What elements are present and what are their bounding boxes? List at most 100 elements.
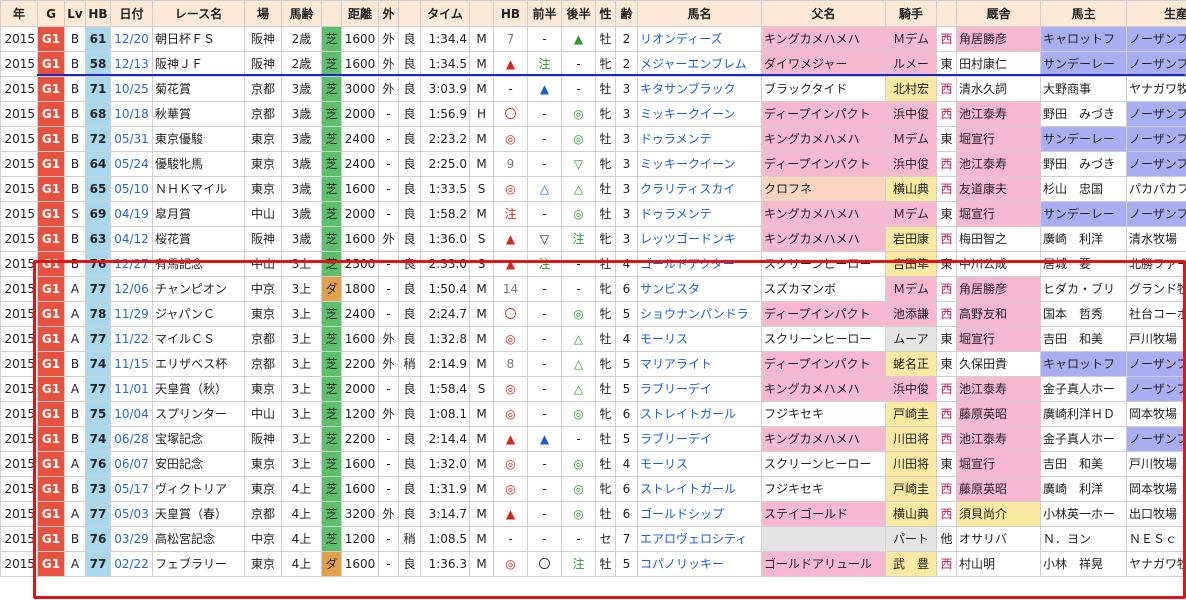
column-header-15[interactable]: 前半: [527, 0, 562, 27]
cell-date[interactable]: 11/29: [110, 301, 153, 327]
table-row[interactable]: 2015 G1 B 73 05/17 ヴィクトリア 東京 4上芝 1600- 良 1:31.9 M ◎ -…: [0, 476, 1186, 502]
cell-horse-name[interactable]: モーリス: [637, 451, 762, 477]
cell-horse-name[interactable]: ショウナンパンドラ: [637, 301, 762, 327]
cell-horse-name[interactable]: ドゥラメンテ: [637, 201, 762, 227]
cell-date[interactable]: 12/20: [110, 26, 153, 52]
column-header-0[interactable]: 年: [0, 0, 38, 27]
column-header-21[interactable]: 騎手: [885, 0, 937, 27]
column-header-11[interactable]: [398, 0, 421, 27]
column-header-20[interactable]: 父名: [761, 0, 886, 27]
column-header-1[interactable]: G: [37, 0, 65, 27]
cell-horse-name[interactable]: リオンディーズ: [637, 26, 762, 52]
cell-race-name: 菊花賞: [152, 76, 245, 102]
table-row[interactable]: 2015 G1 B 74 06/28 宝塚記念 阪神 3上芝 2200- 良 2:14.4 M ▲ ▲ - 牡…: [0, 426, 1186, 452]
cell-horse-name[interactable]: エアロヴェロシティ: [637, 526, 762, 552]
cell-horse-name[interactable]: サンビスタ: [637, 276, 762, 302]
cell-horse-name[interactable]: ミッキークイーン: [637, 101, 762, 127]
cell-horse-name[interactable]: ドゥラメンテ: [637, 126, 762, 152]
cell-horse-name[interactable]: マリアライト: [637, 351, 762, 377]
column-header-7[interactable]: 馬齢: [281, 0, 322, 27]
cell-date[interactable]: 04/19: [110, 201, 153, 227]
cell-horse-name[interactable]: ラブリーデイ: [637, 426, 762, 452]
table-row[interactable]: 2015 G1 B 76 03/29 高松宮記念 中京 4上芝 1200- 稍 1:08.5 M - - -…: [0, 526, 1186, 552]
column-header-4[interactable]: 日付: [110, 0, 153, 27]
table-row[interactable]: 2015 G1 B 61 12/20 朝日杯ＦＳ 阪神 2歳芝 1600 外良 1:34.4 M 7- ▲…: [0, 26, 1186, 52]
table-row[interactable]: 2015 G1 B 58 12/13 阪神ＪＦ 阪神 2歳芝 1600 外良 1:34.5 M ▲ 注 - 牝…: [0, 51, 1186, 77]
cell-date[interactable]: 12/06: [110, 276, 153, 302]
cell-horse-name[interactable]: キタサンブラック: [637, 76, 762, 102]
column-header-16[interactable]: 後半: [561, 0, 596, 27]
cell-going: 良: [398, 376, 421, 402]
table-row[interactable]: 2015 G1 A 77 05/03 天皇賞（春） 京都 4上芝 3200 外良 3:14.7 M ▲ -…: [0, 501, 1186, 527]
cell-horse-name[interactable]: モーリス: [637, 326, 762, 352]
cell-date[interactable]: 05/03: [110, 501, 153, 527]
table-row[interactable]: 2015 G1 A 77 02/22 フェブラリー 東京 4上ダ 1600- 良 1:36.3 M ◎ 〇…: [0, 551, 1186, 577]
column-header-22[interactable]: [936, 0, 957, 27]
table-row[interactable]: 2015 G1 B 65 05/10 ＮＨＫマイル 東京 3歳芝 1600- 良 1:33.5 S ◎ △…: [0, 176, 1186, 202]
cell-date[interactable]: 03/29: [110, 526, 153, 552]
table-row[interactable]: 2015 G1 A 77 11/01 天皇賞（秋） 東京 3上芝 2000- 良 1:58.4 S ◎ -…: [0, 376, 1186, 402]
column-header-6[interactable]: 場: [244, 0, 282, 27]
cell-horse-name[interactable]: ゴールドシップ: [637, 501, 762, 527]
column-header-8[interactable]: [321, 0, 342, 27]
column-header-5[interactable]: レース名: [152, 0, 245, 27]
cell-horse-name[interactable]: ストレイトガール: [637, 401, 762, 427]
cell-horse-name[interactable]: コパノリッキー: [637, 551, 762, 577]
column-header-12[interactable]: タイム: [420, 0, 470, 27]
cell-horse-name[interactable]: ラブリーデイ: [637, 376, 762, 402]
cell-date[interactable]: 10/25: [110, 76, 153, 102]
table-row[interactable]: 2015 G1 B 76 12/27 有馬記念 中山 3上芝 2500- 良 2:33.0 S ▲ 注 - 牡…: [0, 251, 1186, 277]
cell-date[interactable]: 10/04: [110, 401, 153, 427]
column-header-13[interactable]: [469, 0, 494, 27]
cell-date[interactable]: 05/31: [110, 126, 153, 152]
table-row[interactable]: 2015 G1 A 78 11/29 ジャパンＣ 東京 3上芝 2400- 良 2:24.7 M 〇 - ◎…: [0, 301, 1186, 327]
cell-date[interactable]: 11/15: [110, 351, 153, 377]
cell-date[interactable]: 11/01: [110, 376, 153, 402]
column-header-23[interactable]: 厩舎: [956, 0, 1041, 27]
table-row[interactable]: 2015 G1 B 75 10/04 スプリンター 中山 3上芝 1200 外良 1:08.1 M ◎ -…: [0, 401, 1186, 427]
column-header-14[interactable]: HB: [493, 0, 528, 27]
cell-date[interactable]: 06/28: [110, 426, 153, 452]
column-header-25[interactable]: 生産: [1126, 0, 1186, 27]
cell-breeder: 社台コーポレ: [1126, 301, 1186, 327]
column-header-2[interactable]: Lv: [64, 0, 86, 27]
table-row[interactable]: 2015 G1 B 71 10/25 菊花賞 京都 3歳芝 3000 外良 3:03.9 M - ▲ - 牡 3…: [0, 76, 1186, 102]
table-row[interactable]: 2015 G1 B 64 05/24 優駿牝馬 東京 3歳芝 2400- 良 2:25.0 M 9- ▽ 牝…: [0, 151, 1186, 177]
cell-horse-name[interactable]: レッツゴードンキ: [637, 226, 762, 252]
cell-sex: 牝: [595, 401, 616, 427]
column-header-19[interactable]: 馬名: [637, 0, 762, 27]
cell-distance: 2000: [341, 101, 379, 127]
cell-date[interactable]: 10/18: [110, 101, 153, 127]
cell-date[interactable]: 06/07: [110, 451, 153, 477]
cell-horse-name[interactable]: クラリティスカイ: [637, 176, 762, 202]
cell-date[interactable]: 05/10: [110, 176, 153, 202]
column-header-9[interactable]: 距離: [341, 0, 379, 27]
cell-date[interactable]: 11/22: [110, 326, 153, 352]
cell-horse-name[interactable]: ゴールドアクター: [637, 251, 762, 277]
table-row[interactable]: 2015 G1 B 74 11/15 エリザベス杯 京都 3上芝 2200 外稍 2:14.9 M 8-…: [0, 351, 1186, 377]
cell-horse-name[interactable]: ミッキークイーン: [637, 151, 762, 177]
cell-date[interactable]: 12/27: [110, 251, 153, 277]
table-row[interactable]: 2015 G1 B 68 10/18 秋華賞 京都 3歳芝 2000- 良 1:56.9 H 〇 - ◎ 牝 3…: [0, 101, 1186, 127]
column-header-24[interactable]: 馬主: [1040, 0, 1127, 27]
column-header-3[interactable]: HB: [85, 0, 111, 27]
cell-horse-name[interactable]: ストレイトガール: [637, 476, 762, 502]
table-row[interactable]: 2015 G1 S 69 04/19 皐月賞 中山 3歳芝 2000- 良 1:58.2 M 注 - ◎ 牡 3…: [0, 201, 1186, 227]
cell-date[interactable]: 12/13: [110, 51, 153, 77]
table-row[interactable]: 2015 G1 B 72 05/31 東京優駿 東京 3歳芝 2400- 良 2:23.2 M ◎ - ◎ 牡…: [0, 126, 1186, 152]
cell-horse-name[interactable]: メジャーエンブレム: [637, 51, 762, 77]
table-row[interactable]: 2015 G1 A 77 12/06 チャンピオン 中京 3上ダ 1800- 良 1:50.4 M 14…: [0, 276, 1186, 302]
table-row[interactable]: 2015 G1 B 63 04/12 桜花賞 阪神 3歳芝 1600 外良 1:36.0 S ▲ ▽ 注牝 3…: [0, 226, 1186, 252]
column-header-10[interactable]: 外: [378, 0, 399, 27]
cell-year: 2015: [0, 451, 38, 477]
cell-sex: 牝: [595, 151, 616, 177]
table-row[interactable]: 2015 G1 A 77 11/22 マイルＣＳ 京都 3上芝 1600 外良 1:32.8 M ◎ - △…: [0, 326, 1186, 352]
cell-date[interactable]: 02/22: [110, 551, 153, 577]
table-row[interactable]: 2015 G1 A 76 06/07 安田記念 東京 3上芝 1600- 良 1:32.0 M ◎ - ◎ 牡…: [0, 451, 1186, 477]
column-header-18[interactable]: 齢: [615, 0, 638, 27]
cell-date[interactable]: 04/12: [110, 226, 153, 252]
column-header-17[interactable]: 性: [595, 0, 616, 27]
cell-date[interactable]: 05/24: [110, 151, 153, 177]
cell-date[interactable]: 05/17: [110, 476, 153, 502]
cell-jockey: Ｍデム: [885, 276, 937, 302]
